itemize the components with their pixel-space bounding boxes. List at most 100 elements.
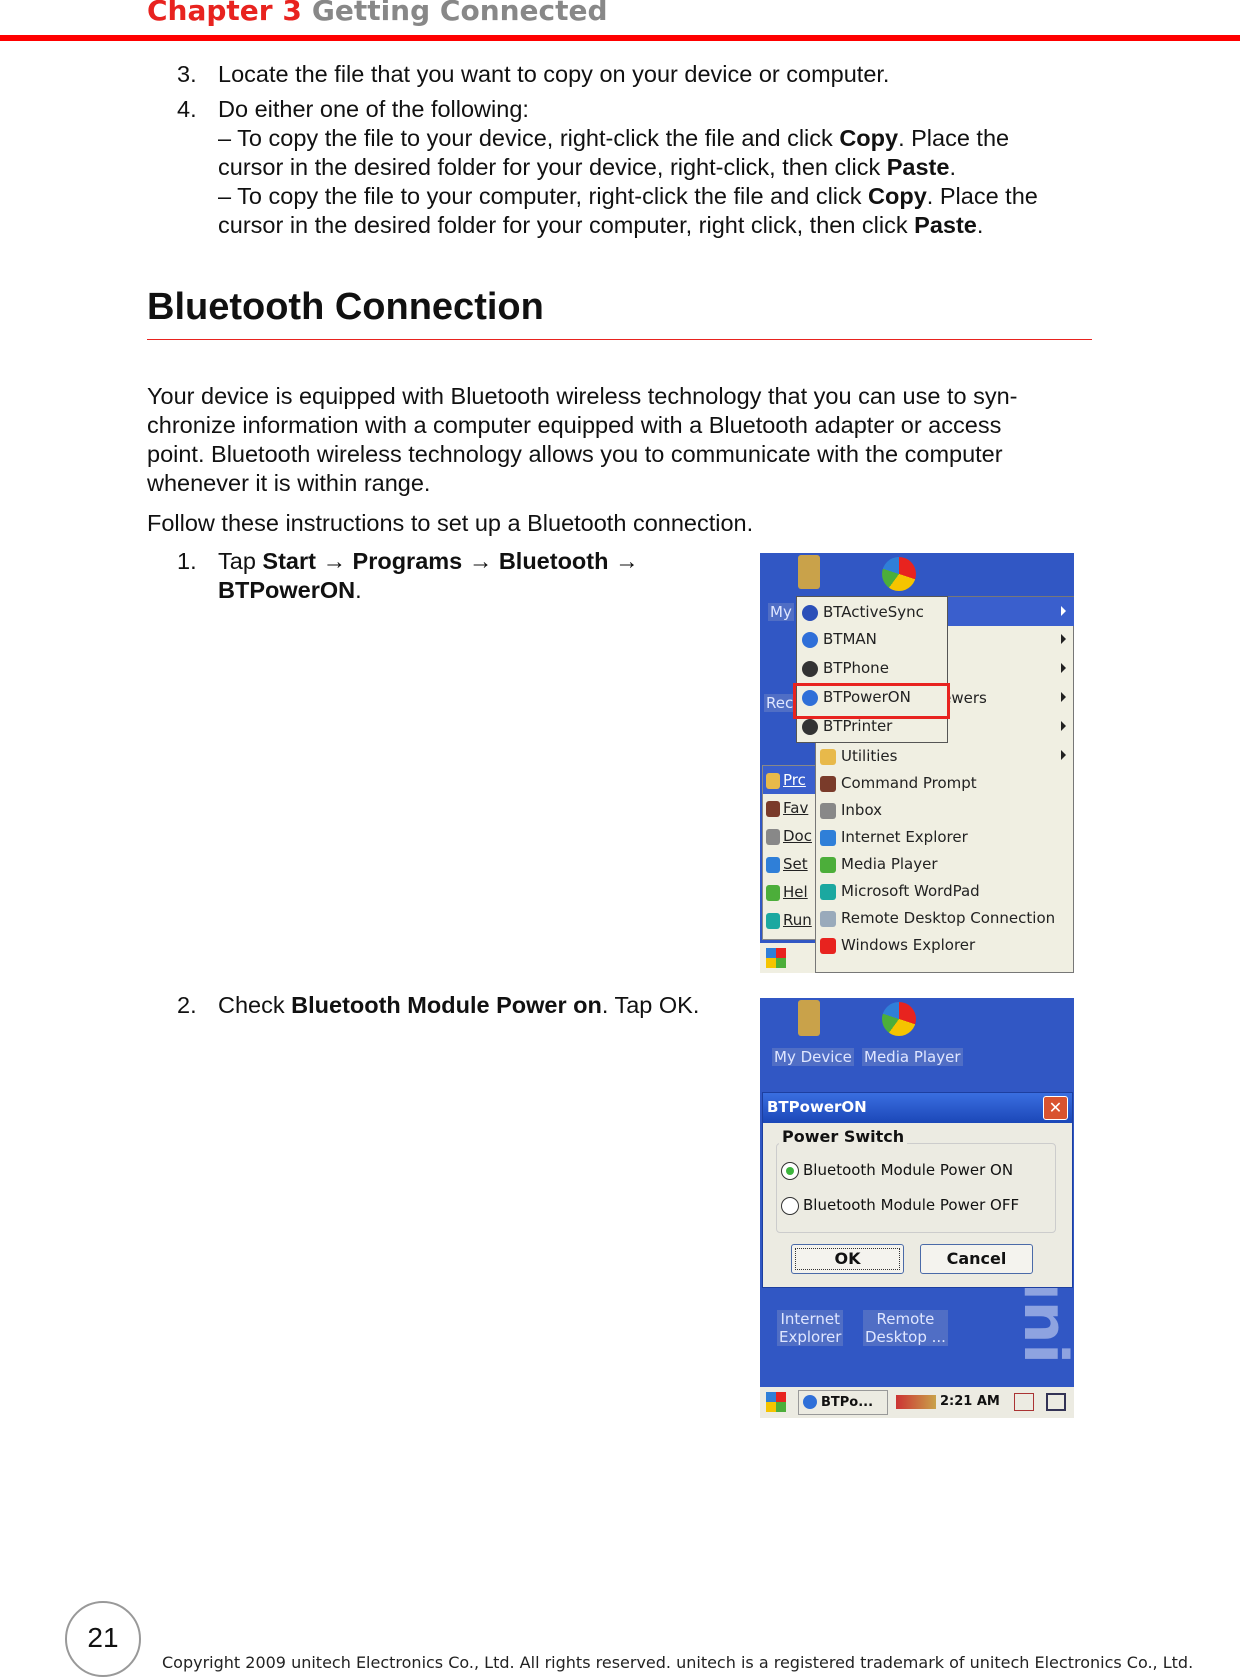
start-menu-item[interactable]: Prc (766, 766, 806, 794)
program-label: Media Player (841, 855, 938, 873)
submenu-item-btactivesync[interactable]: BTActiveSync (802, 598, 924, 626)
windows-start-icon[interactable] (766, 948, 786, 968)
intro-line: whenever it is within range. (147, 470, 431, 496)
step-bold: Bluetooth Module Power on (291, 992, 602, 1018)
step-text: . Tap OK. (601, 992, 700, 1018)
input-panel-icon[interactable] (1014, 1393, 1034, 1411)
start-item-icon (766, 800, 780, 817)
label-line: Explorer (779, 1328, 842, 1346)
start-menu-item[interactable]: Set (766, 850, 808, 878)
tray-icons[interactable] (896, 1395, 936, 1409)
step-text: – To copy the file to your computer, rig… (218, 183, 869, 209)
step-bold: Copy (839, 125, 899, 151)
taskbar-app-button[interactable]: BTPo... (798, 1390, 888, 1415)
step-text: . (949, 154, 956, 180)
step-bold: Paste (886, 154, 950, 180)
step-line: Locate the file that you want to copy on… (218, 60, 889, 89)
start-menu-item[interactable]: Doc (766, 822, 812, 850)
taskbar-app-label: BTPo... (821, 1395, 874, 1410)
program-item[interactable]: Windows Explorer (820, 931, 975, 959)
media-player-icon (882, 1002, 916, 1036)
desktop-label: My (768, 603, 794, 621)
start-item-label: Fav (783, 799, 809, 817)
desktop-icon-label[interactable]: Internet Explorer (777, 1310, 844, 1346)
program-item[interactable]: Utilities (820, 742, 897, 770)
program-item[interactable]: Microsoft WordPad (820, 877, 980, 905)
label-line: Remote (876, 1310, 935, 1328)
media-player-icon (882, 557, 916, 591)
step-line: Do either one of the following: (218, 95, 529, 124)
step-bold: Copy (868, 183, 927, 209)
submenu-arrow-icon (1061, 663, 1066, 673)
arrow: → (608, 548, 639, 574)
submenu-item-btpoweron[interactable]: BTPowerON (802, 683, 911, 711)
close-button[interactable]: ✕ (1043, 1096, 1068, 1120)
my-device-icon (798, 555, 820, 589)
program-item[interactable]: Remote Desktop Connection (820, 904, 1055, 932)
radio-label: Bluetooth Module Power ON (803, 1161, 1014, 1179)
desktop-switch-icon[interactable] (1046, 1393, 1066, 1411)
section-title: Bluetooth Connection (147, 286, 544, 328)
program-label: Microsoft WordPad (841, 882, 980, 900)
intro-line: point. Bluetooth wireless technology all… (147, 441, 1003, 467)
start-item-icon (766, 772, 780, 789)
step2-text: Check Bluetooth Module Power on. Tap OK. (218, 991, 699, 1020)
radio-power-off[interactable]: Bluetooth Module Power OFF (781, 1196, 1019, 1215)
step-bold: Paste (914, 212, 977, 238)
dialog-title: BTPowerON (763, 1093, 1072, 1123)
step1-text: Tap Start → Programs → Bluetooth → BTPow… (218, 547, 638, 605)
start-menu-item[interactable]: Fav (766, 794, 808, 822)
submenu-label: BTPowerON (823, 688, 911, 706)
program-icon (820, 883, 836, 900)
submenu-item-btphone[interactable]: BTPhone (802, 654, 889, 682)
bluetooth-icon (802, 689, 818, 706)
start-menu-item[interactable]: Hel (766, 878, 808, 906)
desktop-icon-label[interactable]: Remote Desktop ... (863, 1310, 948, 1346)
step-line: – To copy the file to your device, right… (218, 124, 1009, 153)
submenu-arrow-icon (1061, 606, 1066, 616)
submenu-label: BTPrinter (823, 717, 893, 735)
btpoweron-screenshot: My Device Media Player uni Internet Explo… (760, 998, 1074, 1418)
program-item[interactable]: Command Prompt (820, 769, 977, 797)
step-number: 3. (177, 61, 197, 87)
ok-button[interactable]: OK (791, 1244, 904, 1274)
program-label: Utilities (841, 747, 898, 765)
group-label: Power Switch (779, 1127, 908, 1146)
submenu-arrow-icon (1061, 750, 1066, 760)
program-item[interactable]: Inbox (820, 796, 882, 824)
program-label: Windows Explorer (841, 936, 976, 954)
radio-power-on[interactable]: Bluetooth Module Power ON (781, 1161, 1013, 1180)
windows-start-icon[interactable] (766, 1392, 786, 1412)
radio-selected[interactable] (781, 1161, 799, 1180)
program-icon (820, 856, 836, 873)
section-rule (147, 339, 1092, 340)
step-text: – To copy the file to your device, right… (218, 125, 840, 151)
taskbar (760, 943, 815, 973)
desktop-icon-label[interactable]: Media Player (862, 1048, 963, 1066)
intro-paragraph: Your device is equipped with Bluetooth w… (147, 382, 1017, 498)
submenu-arrow-icon (1061, 721, 1066, 731)
btpoweron-dialog: BTPowerON ✕ Power Switch Bluetooth Modul… (762, 1092, 1073, 1288)
start-item-icon (766, 912, 780, 929)
submenu-label: BTActiveSync (823, 603, 924, 621)
submenu-item-btprinter[interactable]: BTPrinter (802, 712, 892, 740)
submenu-arrow-icon (1061, 692, 1066, 702)
radio-unselected[interactable] (781, 1196, 799, 1215)
bluetooth-icon (802, 718, 818, 735)
program-icon (820, 775, 836, 792)
program-icon (820, 937, 836, 954)
program-item[interactable]: Media Player (820, 850, 938, 878)
start-item-label: Run (783, 911, 812, 929)
step-bold: Start (262, 548, 316, 574)
start-menu-item[interactable]: Run (766, 906, 812, 934)
program-item[interactable]: Internet Explorer (820, 823, 968, 851)
start-item-label: Set (783, 855, 808, 873)
desktop-label: Rec (764, 694, 796, 712)
cancel-button[interactable]: Cancel (920, 1244, 1033, 1274)
desktop-icon-label[interactable]: My Device (772, 1048, 854, 1066)
step-text: . (976, 212, 984, 238)
step-text: cursor in the desired folder for your de… (218, 154, 887, 180)
submenu-item-btman[interactable]: BTMAN (802, 625, 877, 653)
step-bold: BTPowerON (218, 577, 356, 603)
step-bold: Programs (352, 548, 463, 574)
